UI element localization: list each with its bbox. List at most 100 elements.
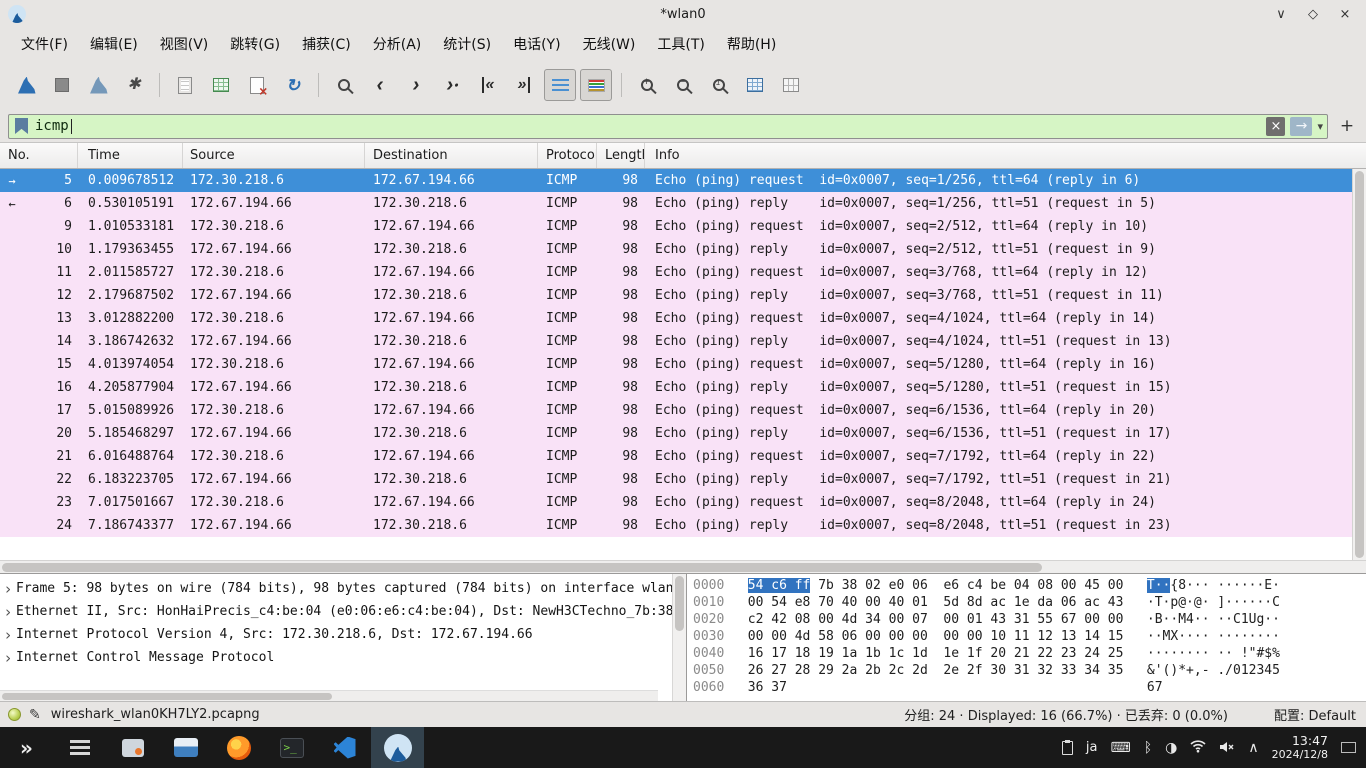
bluetooth-icon[interactable]: ᛒ: [1144, 740, 1152, 756]
hex-bytes[interactable]: 54 c6 ff 7b 38 02 e0 06 e6 c4 be 04 08 0…: [748, 578, 1132, 595]
layout-columns-button[interactable]: [775, 69, 807, 101]
hex-row[interactable]: 005026 27 28 29 2a 2b 2c 2d 2e 2f 30 31 …: [693, 663, 1366, 680]
hex-ascii[interactable]: ·B··M4·· ··C1Ug··: [1147, 612, 1280, 629]
column-header[interactable]: Protocol: [538, 143, 597, 168]
wifi-icon[interactable]: [1190, 738, 1206, 757]
go-to-packet-button[interactable]: ›: [436, 69, 468, 101]
column-header[interactable]: No.: [0, 143, 78, 168]
packet-row[interactable]: 164.205877904172.67.194.66172.30.218.6IC…: [0, 376, 1352, 399]
details-scrollbar[interactable]: [672, 574, 686, 701]
last-packet-button[interactable]: »: [508, 69, 540, 101]
column-header[interactable]: Length: [597, 143, 645, 168]
hex-row[interactable]: 004016 17 18 19 1a 1b 1c 1d 1e 1f 20 21 …: [693, 646, 1366, 663]
detail-row[interactable]: ›Internet Protocol Version 4, Src: 172.3…: [0, 623, 672, 646]
filter-clear-icon[interactable]: ×: [1266, 117, 1285, 136]
go-forward-button[interactable]: ›: [400, 69, 432, 101]
app-launcher-button[interactable]: »: [0, 727, 53, 768]
hex-row[interactable]: 006036 3767: [693, 680, 1366, 697]
first-packet-button[interactable]: «: [472, 69, 504, 101]
hex-bytes[interactable]: 16 17 18 19 1a 1b 1c 1d 1e 1f 20 21 22 2…: [748, 646, 1132, 663]
hex-ascii[interactable]: ··MX···· ········: [1147, 629, 1280, 646]
vertical-scrollbar[interactable]: [1352, 169, 1366, 560]
packet-row[interactable]: 247.186743377172.67.194.66172.30.218.6IC…: [0, 514, 1352, 537]
zoom-reset-button[interactable]: [703, 69, 735, 101]
filter-bookmark-icon[interactable]: [15, 118, 28, 134]
menu-item[interactable]: 工具(T): [646, 31, 715, 57]
horizontal-scrollbar[interactable]: [0, 560, 1366, 573]
expander-icon[interactable]: ›: [0, 626, 16, 644]
profile-label[interactable]: 配置: Default: [1274, 705, 1356, 724]
colorize-button[interactable]: [580, 69, 612, 101]
hex-row[interactable]: 001000 54 e8 70 40 00 40 01 5d 8d ac 1e …: [693, 595, 1366, 612]
capture-comment-icon[interactable]: ✎: [29, 707, 41, 723]
packet-row[interactable]: 205.185468297172.67.194.66172.30.218.6IC…: [0, 422, 1352, 445]
save-file-button[interactable]: [205, 69, 237, 101]
detail-row[interactable]: ›Frame 5: 98 bytes on wire (784 bits), 9…: [0, 577, 672, 600]
task-view-button[interactable]: [53, 727, 106, 768]
packet-row[interactable]: →50.009678512172.30.218.6172.67.194.66IC…: [0, 169, 1352, 192]
hex-bytes[interactable]: 26 27 28 29 2a 2b 2c 2d 2e 2f 30 31 32 3…: [748, 663, 1132, 680]
software-manager-button[interactable]: [106, 727, 159, 768]
hex-ascii[interactable]: &'()*+,- ./012345: [1147, 663, 1280, 680]
open-file-button[interactable]: [169, 69, 201, 101]
keyboard-icon[interactable]: ⌨: [1111, 740, 1131, 756]
hex-ascii[interactable]: ········ ·· !"#$%: [1147, 646, 1280, 663]
nightlight-icon[interactable]: ◑: [1165, 740, 1177, 756]
hex-bytes[interactable]: 00 54 e8 70 40 00 40 01 5d 8d ac 1e da 0…: [748, 595, 1132, 612]
filter-text[interactable]: icmp: [35, 118, 69, 134]
start-capture-button[interactable]: [10, 69, 42, 101]
column-header[interactable]: Time: [78, 143, 183, 168]
file-manager-button[interactable]: [159, 727, 212, 768]
hex-ascii[interactable]: ·T·p@·@· ]······C: [1147, 595, 1280, 612]
wireshark-taskbar-button[interactable]: [371, 727, 424, 768]
menu-item[interactable]: 编辑(E): [79, 31, 149, 57]
hex-row[interactable]: 0020c2 42 08 00 4d 34 00 07 00 01 43 31 …: [693, 612, 1366, 629]
find-packet-button[interactable]: [328, 69, 360, 101]
resize-columns-button[interactable]: [739, 69, 771, 101]
packet-row[interactable]: 216.016488764172.30.218.6172.67.194.66IC…: [0, 445, 1352, 468]
hex-ascii[interactable]: 67: [1147, 680, 1163, 697]
hex-row[interactable]: 003000 00 4d 58 06 00 00 00 00 00 10 11 …: [693, 629, 1366, 646]
menu-item[interactable]: 帮助(H): [716, 31, 787, 57]
tray-expand-icon[interactable]: ∧: [1248, 740, 1258, 756]
filter-dropdown-icon[interactable]: ▾: [1317, 120, 1323, 133]
packet-row[interactable]: 101.179363455172.67.194.66172.30.218.6IC…: [0, 238, 1352, 261]
maximize-button[interactable]: ◇: [1302, 7, 1324, 22]
menu-item[interactable]: 跳转(G): [219, 31, 291, 57]
zoom-out-button[interactable]: [667, 69, 699, 101]
clock[interactable]: 13:47 2024/12/8: [1272, 733, 1328, 761]
reload-file-button[interactable]: ↻: [277, 69, 309, 101]
capture-file-status-icon[interactable]: [8, 708, 21, 721]
auto-scroll-button[interactable]: [544, 69, 576, 101]
menu-item[interactable]: 文件(F): [10, 31, 79, 57]
hex-row[interactable]: 000054 c6 ff 7b 38 02 e0 06 e6 c4 be 04 …: [693, 578, 1366, 595]
minimize-button[interactable]: ∨: [1270, 7, 1292, 22]
hex-ascii[interactable]: T··{8··· ······E·: [1147, 578, 1280, 595]
volume-muted-icon[interactable]: [1219, 738, 1235, 757]
packet-row[interactable]: 226.183223705172.67.194.66172.30.218.6IC…: [0, 468, 1352, 491]
scrollbar-thumb[interactable]: [2, 693, 332, 700]
vscode-button[interactable]: [318, 727, 371, 768]
capture-filename[interactable]: wireshark_wlan0KH7LY2.pcapng: [51, 707, 260, 722]
scrollbar-thumb[interactable]: [1355, 171, 1364, 558]
packet-row[interactable]: 143.186742632172.67.194.66172.30.218.6IC…: [0, 330, 1352, 353]
packet-row[interactable]: 122.179687502172.67.194.66172.30.218.6IC…: [0, 284, 1352, 307]
packet-row[interactable]: 133.012882200172.30.218.6172.67.194.66IC…: [0, 307, 1352, 330]
clipboard-icon[interactable]: [1062, 741, 1073, 755]
column-header[interactable]: Info: [645, 143, 1366, 168]
show-desktop-icon[interactable]: [1341, 742, 1356, 753]
menu-item[interactable]: 统计(S): [432, 31, 502, 57]
close-file-button[interactable]: [241, 69, 273, 101]
expander-icon[interactable]: ›: [0, 649, 16, 667]
menu-item[interactable]: 无线(W): [572, 31, 647, 57]
details-horizontal-scrollbar[interactable]: [0, 690, 658, 701]
hex-bytes[interactable]: 36 37: [748, 680, 1132, 697]
packet-row[interactable]: 237.017501667172.30.218.6172.67.194.66IC…: [0, 491, 1352, 514]
menu-item[interactable]: 分析(A): [362, 31, 433, 57]
terminal-button[interactable]: >: [265, 727, 318, 768]
packet-row[interactable]: 91.010533181172.30.218.6172.67.194.66ICM…: [0, 215, 1352, 238]
display-filter-input[interactable]: icmp × → ▾: [8, 114, 1328, 139]
filter-apply-icon[interactable]: →: [1290, 117, 1312, 136]
packet-row[interactable]: ←60.530105191172.67.194.66172.30.218.6IC…: [0, 192, 1352, 215]
titlebar[interactable]: *wlan0 ∨ ◇ ×: [0, 0, 1366, 28]
